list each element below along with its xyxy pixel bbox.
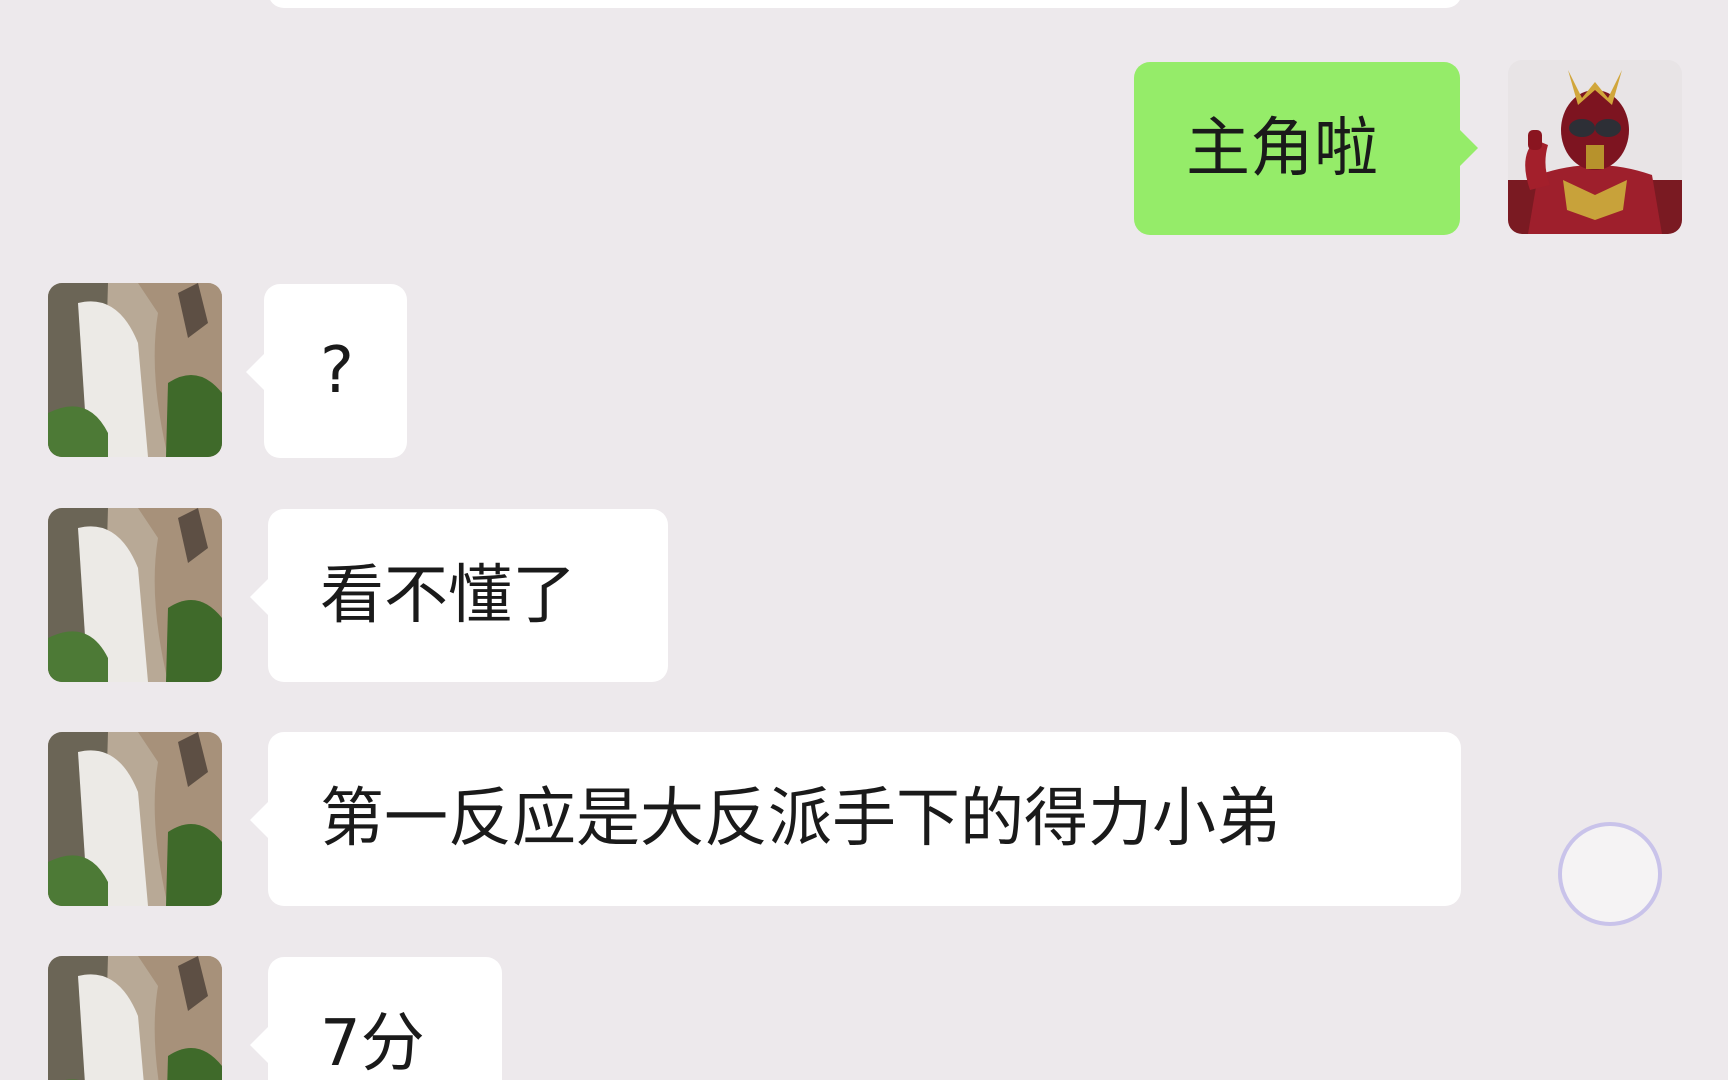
waterfall-avatar-icon xyxy=(48,283,222,457)
incoming-message-bubble[interactable]: 看不懂了 xyxy=(250,509,668,682)
chat-message-list[interactable]: 主角啦 ? 看不懂了 第一反应是大反派手下的得力小弟 7分 xyxy=(0,0,1728,1080)
waterfall-avatar-icon xyxy=(48,508,222,682)
waterfall-avatar-icon xyxy=(48,732,222,906)
outgoing-message-bubble[interactable]: 主角啦 xyxy=(1134,62,1478,235)
floating-assistive-button[interactable] xyxy=(1558,822,1662,926)
message-text: ? xyxy=(320,334,354,408)
message-text: 看不懂了 xyxy=(320,558,576,633)
contact-avatar[interactable] xyxy=(48,956,222,1080)
message-text: 主角啦 xyxy=(1186,111,1378,186)
red-armored-hero-avatar-icon xyxy=(1508,60,1682,234)
self-avatar[interactable] xyxy=(1508,60,1682,234)
waterfall-avatar-icon xyxy=(48,956,222,1080)
contact-avatar[interactable] xyxy=(48,508,222,682)
incoming-message-bubble[interactable]: 7分 xyxy=(250,957,502,1080)
message-text: 7分 xyxy=(320,1007,425,1080)
incoming-message-bubble[interactable]: 第一反应是大反派手下的得力小弟 xyxy=(250,732,1461,906)
previous-message-bubble[interactable] xyxy=(268,0,1462,8)
message-text: 第一反应是大反派手下的得力小弟 xyxy=(320,782,1280,856)
incoming-message-bubble[interactable]: ? xyxy=(246,284,407,458)
contact-avatar[interactable] xyxy=(48,732,222,906)
contact-avatar[interactable] xyxy=(48,283,222,457)
